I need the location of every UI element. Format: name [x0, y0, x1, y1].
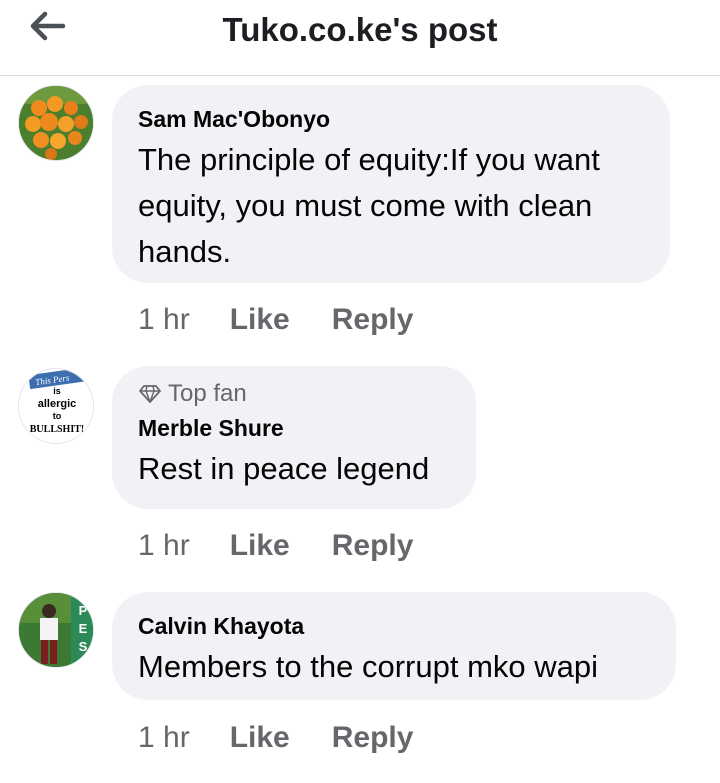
reply-button[interactable]: Reply — [332, 529, 414, 563]
comment-author[interactable]: Calvin Khayota — [138, 610, 648, 642]
reply-button[interactable]: Reply — [332, 303, 414, 337]
avatar[interactable]: P E S — [18, 592, 94, 668]
comment-author[interactable]: Sam Mac'Obonyo — [138, 103, 642, 135]
comment-timestamp[interactable]: 1 hr — [138, 721, 190, 755]
comment-bubble[interactable]: Sam Mac'Obonyo The principle of equity:I… — [112, 85, 670, 283]
comment-text: The principle of equity:If you want equi… — [138, 142, 600, 269]
avatar[interactable]: This Pers is allergic to BULLSHIT! — [18, 368, 94, 444]
svg-text:BULLSHIT!: BULLSHIT! — [30, 424, 84, 435]
like-button[interactable]: Like — [230, 529, 290, 563]
diamond-icon — [139, 385, 161, 403]
comment-timestamp[interactable]: 1 hr — [138, 529, 190, 563]
comment-text: Rest in peace legend — [138, 451, 430, 486]
comment-actions: 1 hr Like Reply — [138, 300, 455, 340]
svg-text:to: to — [53, 411, 62, 421]
avatar-image — [19, 86, 93, 160]
reply-button[interactable]: Reply — [332, 721, 414, 755]
comment-actions: 1 hr Like Reply — [138, 526, 455, 566]
badge-label: Top fan — [168, 380, 247, 407]
page-title: Tuko.co.ke's post — [222, 11, 498, 48]
like-button[interactable]: Like — [230, 303, 290, 337]
post-header: Tuko.co.ke's post — [0, 0, 720, 76]
comment-bubble[interactable]: Top fan Merble Shure Rest in peace legen… — [112, 366, 476, 509]
top-fan-badge[interactable]: Top fan — [138, 380, 448, 408]
comment-bubble[interactable]: Calvin Khayota Members to the corrupt mk… — [112, 592, 676, 700]
avatar[interactable] — [18, 85, 94, 161]
comment-timestamp[interactable]: 1 hr — [138, 303, 190, 337]
comment-actions: 1 hr Like Reply — [138, 718, 455, 758]
svg-text:is: is — [53, 386, 61, 396]
avatar-image: P E S — [19, 593, 93, 667]
svg-text:S: S — [79, 639, 88, 654]
svg-text:allergic: allergic — [38, 398, 77, 410]
svg-text:E: E — [79, 621, 88, 636]
avatar-image: This Pers is allergic to BULLSHIT! — [19, 369, 93, 443]
comment-text: Members to the corrupt mko wapi — [138, 649, 599, 684]
comment-author[interactable]: Merble Shure — [138, 412, 448, 444]
svg-text:P: P — [79, 603, 88, 618]
like-button[interactable]: Like — [230, 721, 290, 755]
